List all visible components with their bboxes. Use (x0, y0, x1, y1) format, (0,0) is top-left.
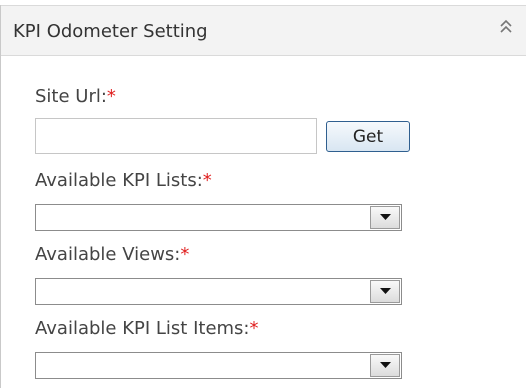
kpi-lists-label-text: Available KPI Lists: (35, 170, 203, 191)
kpi-lists-label: Available KPI Lists:* (35, 170, 212, 191)
kpi-list-items-label: Available KPI List Items:* (35, 318, 259, 339)
required-marker: * (202, 170, 212, 191)
dropdown-arrow-button[interactable] (370, 206, 400, 229)
required-marker: * (106, 86, 116, 107)
panel-header: KPI Odometer Setting (1, 5, 526, 56)
triangle-down-icon (380, 288, 391, 294)
views-dropdown[interactable] (35, 278, 402, 305)
triangle-down-icon (380, 214, 391, 220)
kpi-lists-dropdown[interactable] (35, 204, 402, 231)
dropdown-arrow-button[interactable] (370, 280, 400, 303)
dropdown-arrow-button[interactable] (370, 354, 400, 377)
site-url-label-text: Site Url: (35, 86, 107, 107)
kpi-odometer-setting-panel: KPI Odometer Setting Site Url:* Get Avai… (0, 0, 526, 388)
views-label: Available Views:* (35, 244, 189, 265)
kpi-list-items-dropdown[interactable] (35, 352, 402, 379)
required-marker: * (180, 244, 190, 265)
triangle-down-icon (380, 362, 391, 368)
double-chevron-up-icon[interactable] (498, 17, 514, 37)
site-url-input[interactable] (35, 118, 317, 154)
site-url-label: Site Url:* (35, 86, 116, 107)
required-marker: * (249, 318, 259, 339)
get-button[interactable]: Get (326, 121, 410, 152)
panel-left-border (0, 5, 1, 388)
panel-title: KPI Odometer Setting (13, 21, 208, 42)
views-label-text: Available Views: (35, 244, 181, 265)
kpi-list-items-label-text: Available KPI List Items: (35, 318, 250, 339)
